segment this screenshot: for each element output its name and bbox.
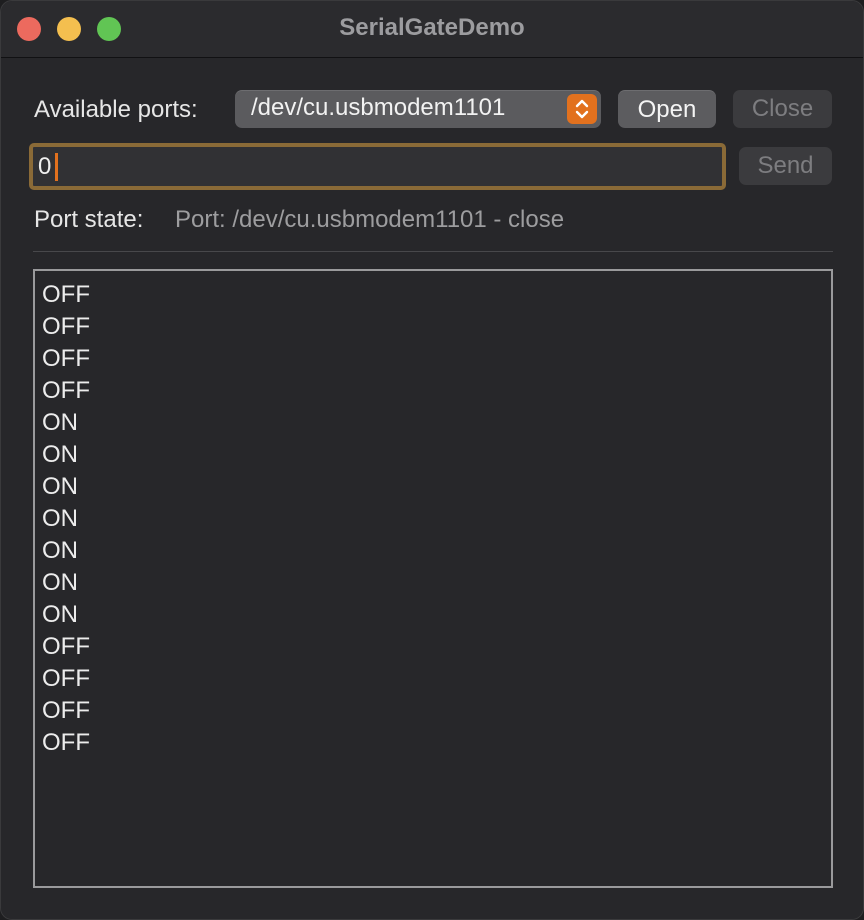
log-line: ON xyxy=(42,569,78,596)
port-select[interactable]: /dev/cu.usbmodem1101 xyxy=(235,90,601,128)
title-bar[interactable]: SerialGateDemo xyxy=(1,1,863,58)
log-line: ON xyxy=(42,409,78,436)
log-line: ON xyxy=(42,505,78,532)
log-text-view[interactable]: OFF OFF OFF OFF ON ON ON ON ON ON ON OFF OFF OFF OFF xyxy=(33,269,833,888)
close-button[interactable]: Close xyxy=(733,90,832,128)
log-line: OFF xyxy=(42,665,90,692)
log-line: OFF xyxy=(42,729,90,756)
available-ports-label: Available ports: xyxy=(34,96,198,123)
log-line: ON xyxy=(42,473,78,500)
port-select-value: /dev/cu.usbmodem1101 xyxy=(251,94,506,121)
log-line: OFF xyxy=(42,313,90,340)
chevron-up-down-icon xyxy=(567,94,597,124)
app-window: SerialGateDemo Available ports: /dev/cu.… xyxy=(0,0,864,920)
log-line: OFF xyxy=(42,633,90,660)
log-lines: OFF OFF OFF OFF ON ON ON ON ON ON ON OFF OFF OFF OFF xyxy=(35,271,831,759)
text-caret xyxy=(55,153,58,181)
window-title: SerialGateDemo xyxy=(339,14,525,41)
open-button[interactable]: Open xyxy=(618,90,716,128)
log-line: OFF xyxy=(42,345,90,372)
port-state-value: Port: /dev/cu.usbmodem1101 - close xyxy=(175,206,565,233)
send-button[interactable]: Send xyxy=(739,147,832,185)
log-line: ON xyxy=(42,601,78,628)
log-line: ON xyxy=(42,441,78,468)
log-line: OFF xyxy=(42,281,90,308)
divider xyxy=(33,251,833,252)
log-line: OFF xyxy=(42,377,90,404)
port-state-label: Port state: xyxy=(34,206,144,233)
log-line: ON xyxy=(42,537,78,564)
send-input[interactable] xyxy=(38,149,718,185)
send-input-field[interactable] xyxy=(29,143,726,190)
main-content: Available ports: /dev/cu.usbmodem1101 Op… xyxy=(1,58,863,919)
log-line: OFF xyxy=(42,697,90,724)
